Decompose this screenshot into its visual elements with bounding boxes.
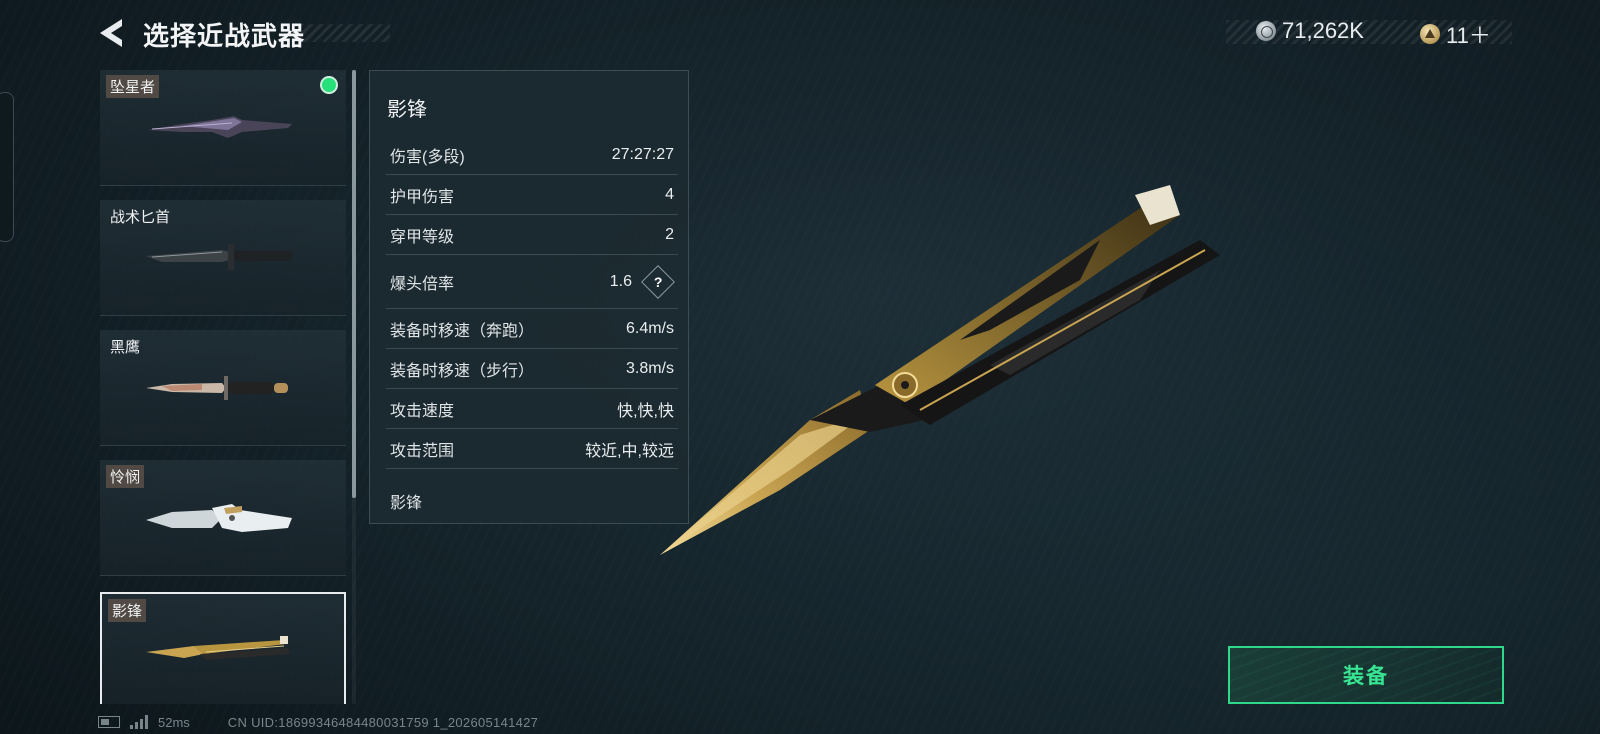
stat-row-penetration-level: 穿甲等级 2 — [386, 215, 678, 255]
gold-currency[interactable]: 11＋ — [1420, 18, 1491, 50]
weapon-card-shadow-edge[interactable]: 影锋 — [100, 592, 346, 704]
status-bar: 52ms CN UID:18699346484480031759 1_20260… — [98, 712, 538, 732]
back-arrow-icon — [100, 19, 122, 47]
weapon-stats-panel: 影锋 伤害(多段) 27:27:27 护甲伤害 4 穿甲等级 2 爆头倍率 1.… — [369, 70, 689, 524]
stats-table: 伤害(多段) 27:27:27 护甲伤害 4 穿甲等级 2 爆头倍率 1.6 ?… — [386, 135, 678, 469]
stat-value: 1.6 — [609, 272, 632, 290]
equip-button-label: 装备 — [1343, 665, 1389, 688]
stat-row-run-speed: 装备时移速（奔跑） 6.4m/s — [386, 309, 678, 349]
weapon-card-mercy[interactable]: 怜悯 — [100, 460, 346, 576]
weapon-card-black-eagle[interactable]: 黑鹰 — [100, 330, 346, 446]
stat-value: 27:27:27 — [611, 145, 674, 163]
weapon-card-tactical-dagger[interactable]: 战术匕首 — [100, 200, 346, 316]
weapon-card-name: 坠星者 — [106, 75, 160, 98]
side-drawer-handle[interactable] — [0, 92, 14, 242]
weapon-card-name: 怜悯 — [106, 465, 145, 488]
stats-footer-name: 影锋 — [390, 495, 423, 512]
knife-thumbnail-icon — [146, 504, 292, 532]
silver-amount: 71,262K — [1282, 18, 1364, 43]
silver-coin-icon — [1256, 21, 1276, 41]
back-button[interactable] — [96, 16, 130, 50]
weapon-list[interactable]: 坠星者 战术匕首 黑鹰 怜悯 影锋 — [100, 70, 348, 704]
knife-thumbnail-icon — [146, 376, 288, 400]
signal-icon — [130, 715, 148, 729]
page-title: 选择近战武器 — [143, 21, 306, 51]
stat-row-walk-speed: 装备时移速（步行） 3.8m/s — [386, 349, 678, 389]
knife-thumbnail-icon — [148, 116, 292, 138]
battery-icon — [98, 716, 120, 728]
stat-label: 穿甲等级 — [390, 228, 455, 246]
equip-button[interactable]: 装备 — [1228, 646, 1504, 704]
stats-weapon-name: 影锋 — [387, 99, 427, 121]
stat-label: 装备时移速（奔跑） — [390, 322, 535, 340]
weapon-card-name: 战术匕首 — [110, 209, 171, 226]
gold-coin-icon — [1420, 24, 1440, 44]
stat-label: 攻击速度 — [390, 402, 455, 420]
stat-label: 攻击范围 — [390, 442, 455, 460]
equipped-indicator — [320, 76, 338, 94]
stat-label: 伤害(多段) — [390, 148, 465, 166]
stat-label: 爆头倍率 — [390, 275, 455, 293]
stat-row-headshot-multiplier: 爆头倍率 1.6 ? — [386, 255, 678, 309]
weapon-card-name: 影锋 — [108, 599, 147, 622]
butterfly-knife-showcase[interactable] — [660, 170, 1250, 560]
stat-row-attack-speed: 攻击速度 快,快,快 — [386, 389, 678, 429]
stat-label: 护甲伤害 — [390, 188, 455, 206]
stat-row-damage: 伤害(多段) 27:27:27 — [386, 135, 678, 175]
gold-amount: 11＋ — [1446, 23, 1491, 48]
weapon-card-name: 黑鹰 — [110, 339, 141, 356]
stat-row-attack-range: 攻击范围 较近,中,较远 — [386, 429, 678, 469]
title-decoration — [300, 24, 390, 42]
ping-value: 52ms — [158, 714, 190, 730]
silver-currency: 71,262K — [1256, 18, 1364, 44]
knife-thumbnail-icon — [146, 244, 292, 270]
weapon-card-starfall[interactable]: 坠星者 — [100, 70, 346, 186]
stat-label: 装备时移速（步行） — [390, 362, 535, 380]
user-uid: CN UID:18699346484480031759 1_2026051414… — [227, 714, 539, 730]
list-scrollbar-thumb[interactable] — [352, 70, 356, 498]
stat-row-armor-damage: 护甲伤害 4 — [386, 175, 678, 215]
knife-thumbnail-icon — [146, 636, 290, 660]
